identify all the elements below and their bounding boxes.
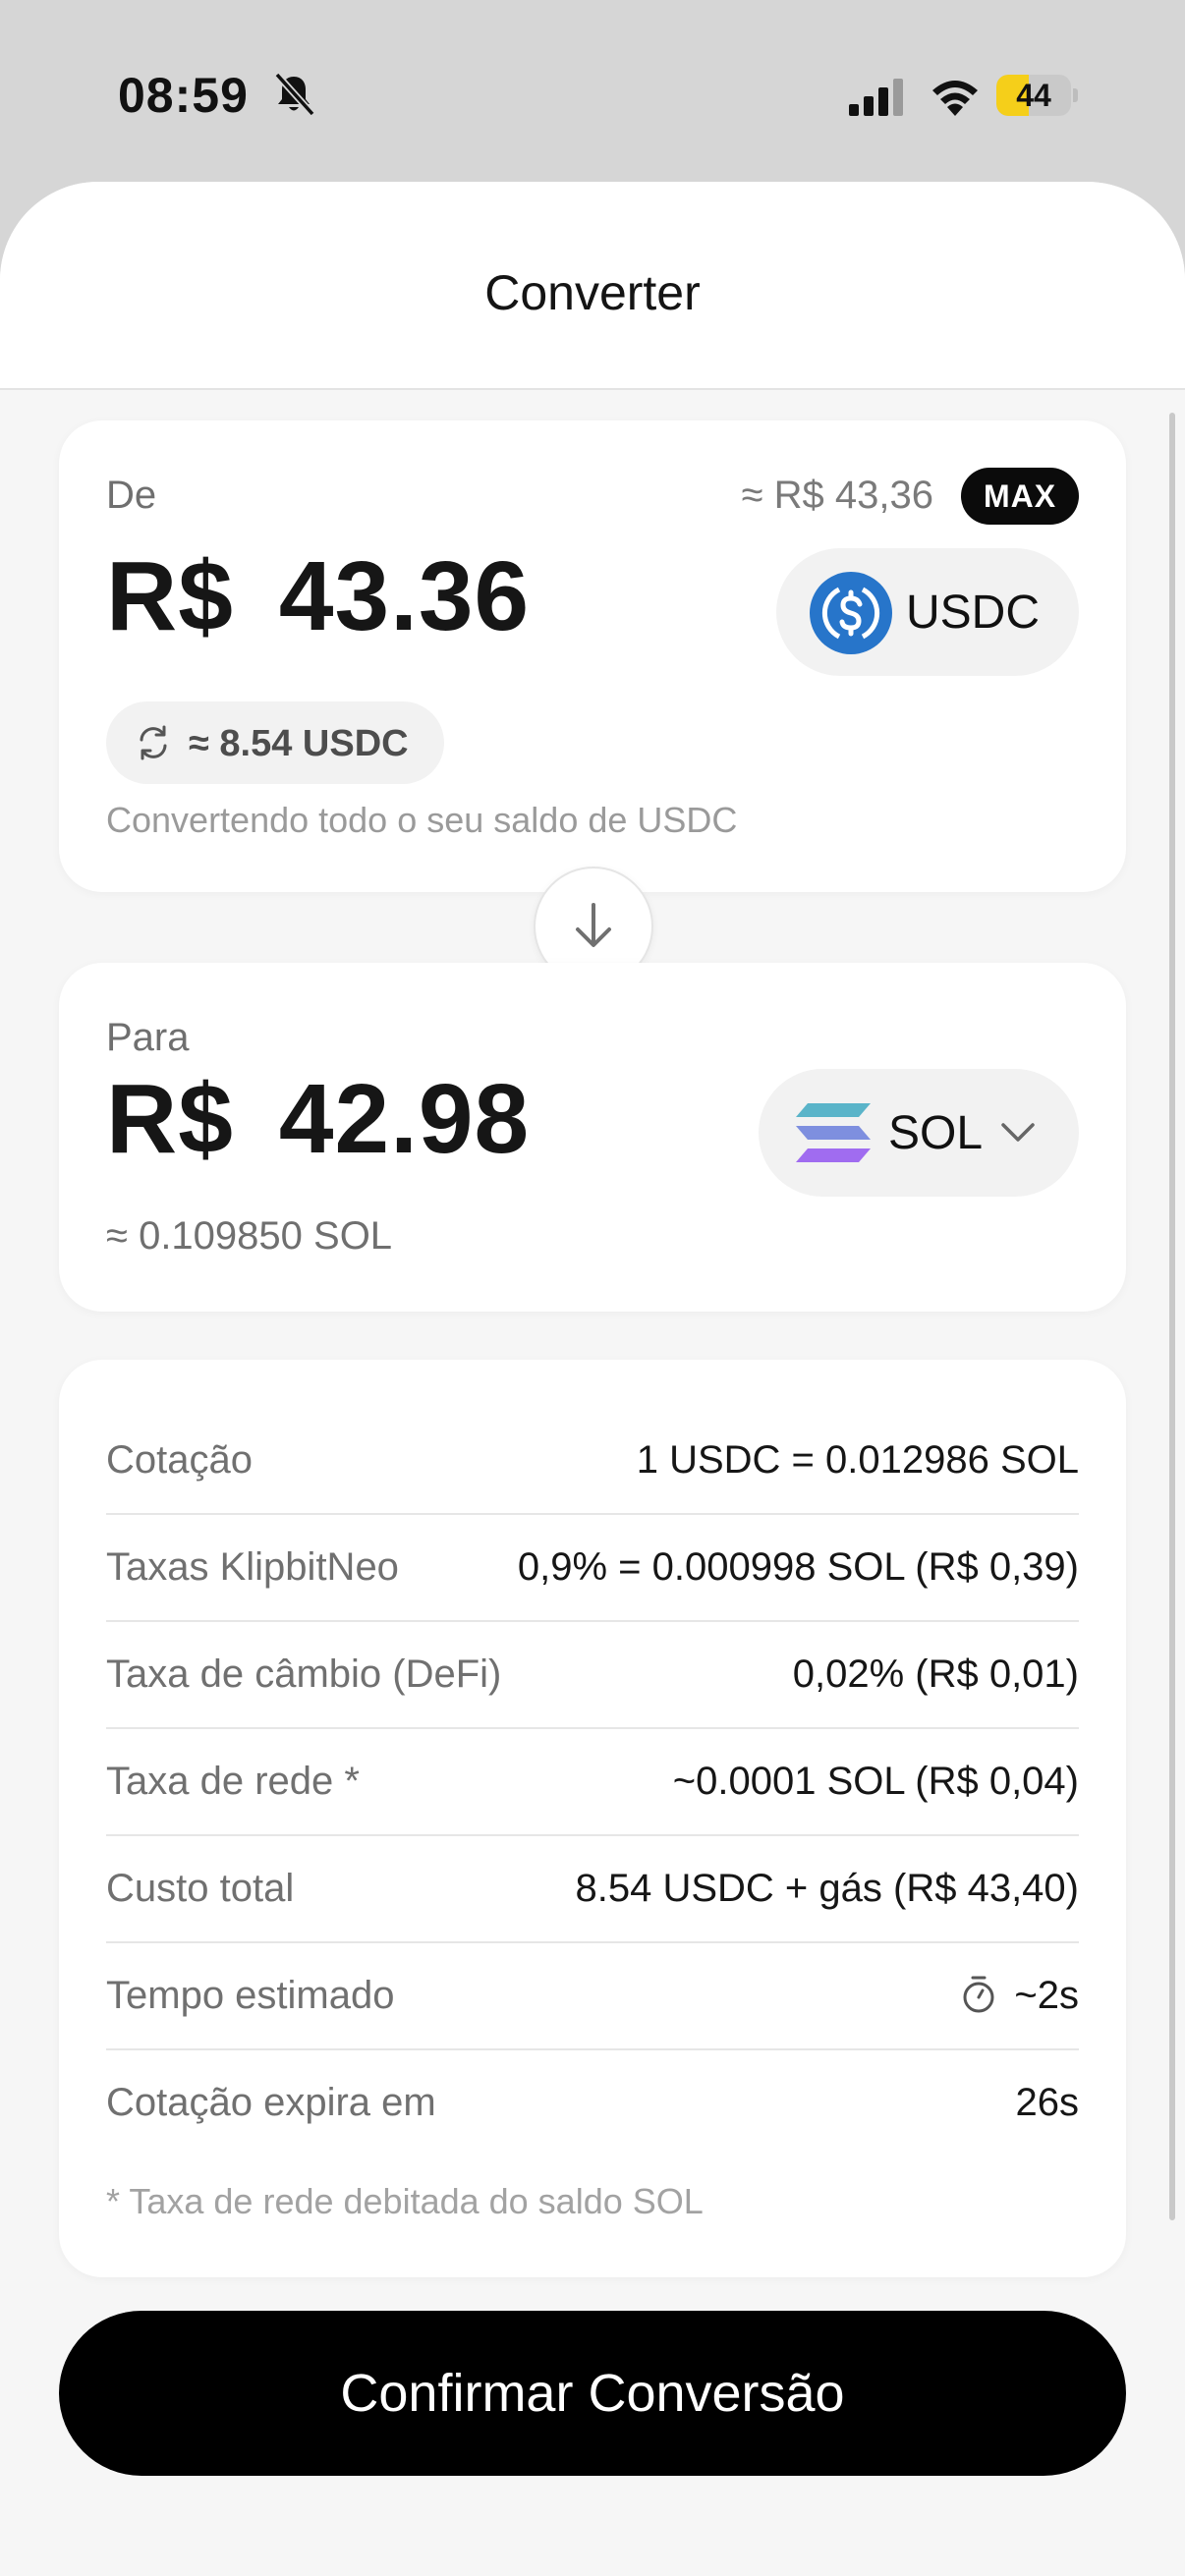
to-token-name: SOL: [888, 1107, 984, 1159]
battery-indicator: 44: [996, 75, 1079, 116]
from-currency-symbol: R$: [106, 541, 234, 651]
from-amount-value: 43.36: [278, 541, 531, 651]
detail-row-klipbit-fee: Taxas KlipbitNeo 0,9% = 0.000998 SOL (R$…: [106, 1514, 1079, 1622]
bell-muted-icon: [274, 72, 315, 117]
estimated-time-value: ~2s: [1014, 1974, 1079, 2017]
to-token-selector[interactable]: SOL: [759, 1069, 1079, 1197]
detail-label: Custo total: [106, 1867, 295, 1910]
to-label: Para: [106, 1016, 190, 1059]
scrollbar[interactable]: [1169, 413, 1175, 2220]
detail-row-network-fee: Taxa de rede * ~0.0001 SOL (R$ 0,04): [106, 1728, 1079, 1836]
detail-row-exchange-fee: Taxa de câmbio (DeFi) 0,02% (R$ 0,01): [106, 1621, 1079, 1729]
quote-details-card: Cotação 1 USDC = 0.012986 SOL Taxas Klip…: [59, 1360, 1126, 2277]
sheet-header: Converter: [0, 182, 1185, 390]
to-amount-value: 42.98: [278, 1064, 531, 1174]
chevron-down-icon: [1001, 1123, 1035, 1142]
detail-value: 0,9% = 0.000998 SOL (R$ 0,39): [517, 1545, 1079, 1589]
usdc-logo-icon: [810, 572, 892, 654]
confirm-conversion-button[interactable]: Confirmar Conversão: [59, 2311, 1126, 2476]
to-currency-symbol: R$: [106, 1064, 234, 1174]
stopwatch-icon: [963, 1976, 994, 2013]
detail-value: 1 USDC = 0.012986 SOL: [636, 1438, 1079, 1482]
detail-row-estimated-time: Tempo estimado ~2s: [106, 1942, 1079, 2050]
from-token-name: USDC: [906, 587, 1041, 639]
detail-row-quote: Cotação 1 USDC = 0.012986 SOL: [106, 1407, 1079, 1515]
from-card: De ≈ R$ 43,36 MAX R$ 43.36 USDC ≈ 8.54 US…: [59, 420, 1126, 892]
detail-value: 26s: [1015, 2081, 1080, 2124]
detail-label: Tempo estimado: [106, 1974, 395, 2017]
detail-value: 0,02% (R$ 0,01): [792, 1652, 1079, 1696]
solana-logo-icon: [796, 1103, 871, 1162]
wifi-icon: [932, 81, 978, 116]
detail-label: Taxa de câmbio (DeFi): [106, 1652, 502, 1696]
to-card: Para R$ 42.98 SOL ≈ 0.109850 SOL: [59, 963, 1126, 1312]
arrow-down-icon: [576, 903, 611, 947]
refresh-icon: [140, 725, 167, 760]
from-label: De: [106, 474, 157, 517]
to-approx-token: ≈ 0.109850 SOL: [106, 1214, 393, 1258]
from-note: Convertendo todo o seu saldo de USDC: [106, 800, 738, 840]
detail-label: Cotação: [106, 1438, 253, 1482]
network-fee-footnote: * Taxa de rede debitada do saldo SOL: [106, 2181, 704, 2221]
converted-amount-chip: ≈ 8.54 USDC: [106, 701, 444, 784]
detail-row-quote-expiry: Cotação expira em 26s: [106, 2049, 1079, 2156]
from-approx-fiat: ≈ R$ 43,36: [741, 474, 933, 517]
from-token-selector[interactable]: USDC: [776, 548, 1079, 676]
detail-row-total-cost: Custo total 8.54 USDC + gás (R$ 43,40): [106, 1835, 1079, 1943]
battery-nub: [1073, 88, 1078, 102]
detail-value: ~0.0001 SOL (R$ 0,04): [672, 1760, 1079, 1803]
status-bar: 08:59 44: [0, 0, 1185, 187]
status-time: 08:59: [118, 68, 249, 123]
converted-amount: ≈ 8.54 USDC: [189, 723, 409, 764]
max-button[interactable]: MAX: [961, 468, 1079, 525]
battery-body: 44: [996, 75, 1071, 116]
detail-label: Taxas KlipbitNeo: [106, 1545, 399, 1589]
detail-value: ~2s: [961, 1974, 1079, 2018]
detail-label: Cotação expira em: [106, 2081, 436, 2124]
to-amount: R$ 42.98: [106, 1063, 530, 1176]
cellular-signal-icon: [849, 79, 903, 116]
detail-label: Taxa de rede *: [106, 1760, 360, 1803]
battery-level: 44: [1016, 78, 1051, 113]
from-amount[interactable]: R$ 43.36: [106, 540, 530, 653]
detail-value: 8.54 USDC + gás (R$ 43,40): [575, 1867, 1079, 1910]
page-title: Converter: [484, 265, 701, 320]
